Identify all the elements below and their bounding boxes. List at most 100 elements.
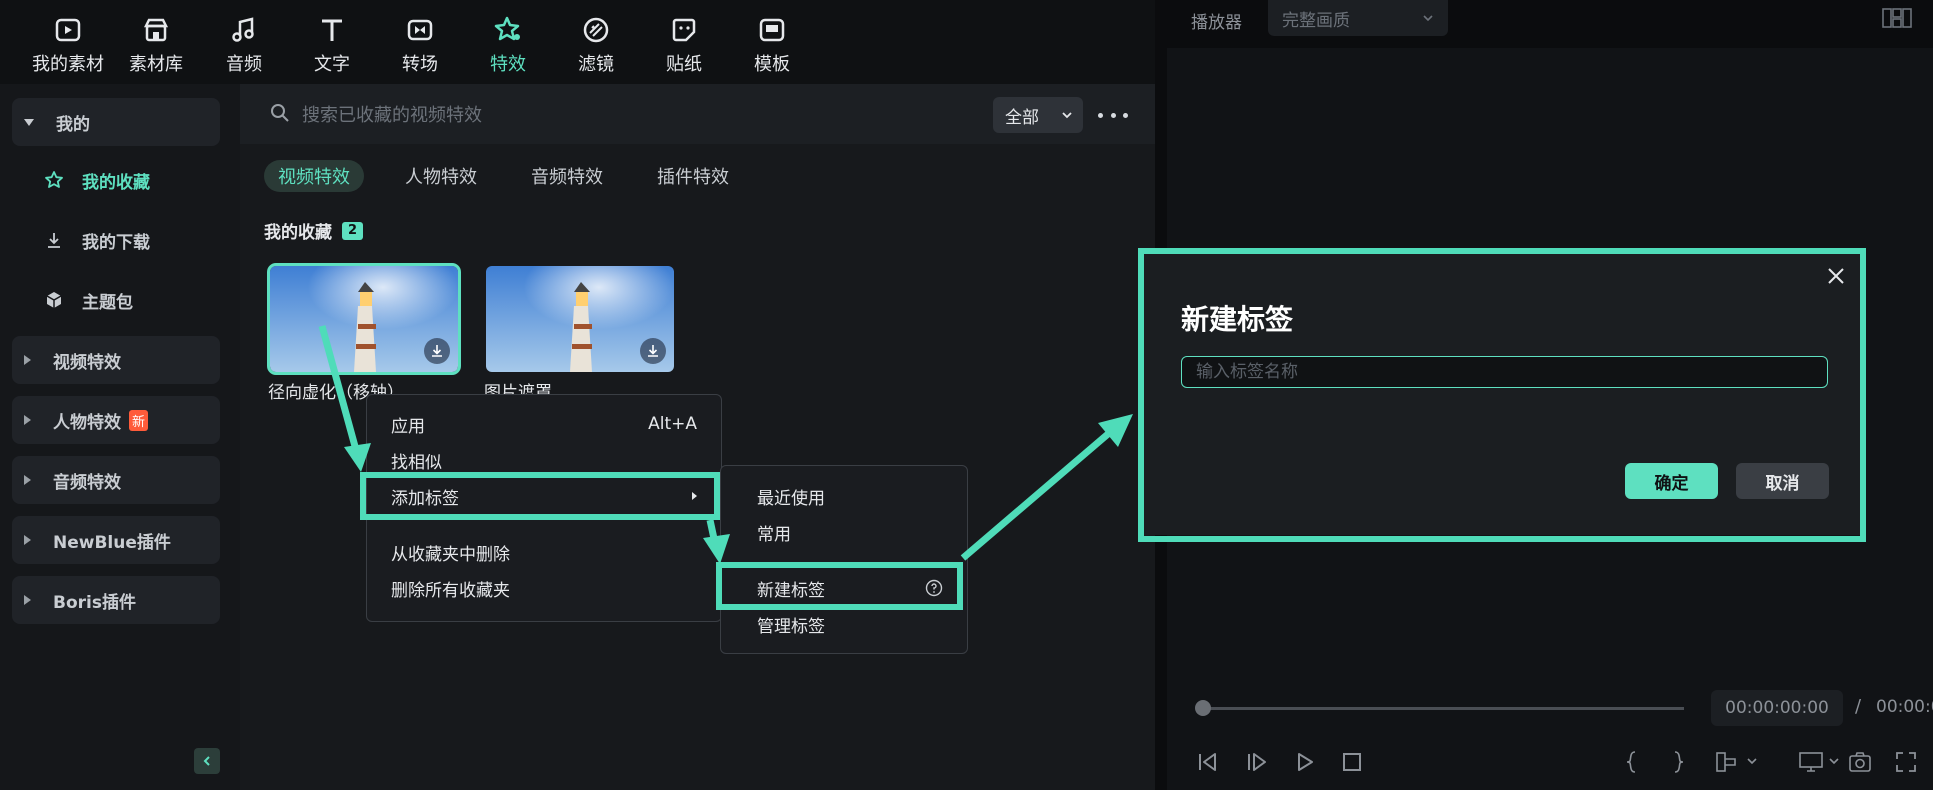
insert-icon[interactable] [1715,748,1759,776]
tab-text[interactable]: 文字 [290,14,374,78]
tab-filter[interactable]: 滤镜 [554,14,638,78]
layout-icon[interactable] [1882,8,1912,32]
filter-value: 全部 [1005,107,1039,128]
new-badge: 新 [129,409,149,431]
menu-item-apply[interactable]: 应用 Alt+A [391,409,697,439]
menu-item-find-similar[interactable]: 找相似 [391,445,697,475]
previous-frame-icon[interactable] [1194,748,1222,776]
tag-name-input[interactable] [1181,356,1828,388]
sidebar-item-downloads[interactable]: 我的下载 [44,222,150,258]
menu-item-label: 最近使用 [757,488,825,509]
collapse-sidebar-button[interactable] [194,748,220,774]
tab-template[interactable]: 模板 [730,14,814,78]
more-options-button[interactable] [1098,103,1128,127]
tab-audio[interactable]: 音频 [202,14,286,78]
total-timecode: 00:00:0 [1876,697,1933,717]
highlight-add-tag [360,472,720,520]
tab-label: 音频 [226,54,262,75]
close-icon[interactable] [1822,262,1850,290]
menu-item-label: 删除所有收藏夹 [391,580,510,601]
sidebar-group-audio-effects[interactable]: 音频特效 [12,456,220,504]
tab-video-effects[interactable]: 视频特效 [264,160,364,192]
camera-icon[interactable] [1846,748,1874,776]
sidebar-group-label: 音频特效 [53,472,121,493]
tab-effects[interactable]: 特效 [466,14,550,78]
mark-in-icon[interactable] [1617,748,1645,776]
section-title: 我的收藏 2 [264,218,364,243]
highlight-new-tag [716,562,963,610]
tab-label: 转场 [402,54,438,75]
tab-label: 文字 [314,54,350,75]
sidebar-item-favorites[interactable]: 我的收藏 [44,162,150,198]
tab-people-effects[interactable]: 人物特效 [391,160,491,192]
sidebar-group-mine[interactable]: 我的 [12,98,220,146]
filter-dropdown[interactable]: 全部 [993,97,1083,133]
submenu-item-common[interactable]: 常用 [757,517,943,547]
tab-label: 滤镜 [578,54,614,75]
progress-handle[interactable] [1195,700,1211,716]
tab-sticker[interactable]: 贴纸 [642,14,726,78]
effect-thumbnail[interactable] [486,266,674,372]
sidebar-group-boris[interactable]: Boris插件 [12,576,220,624]
sticker-icon [668,14,700,46]
next-frame-icon[interactable] [1243,748,1271,776]
tab-label: 素材库 [129,54,183,75]
tab-label: 贴纸 [666,54,702,75]
dot [1098,112,1103,118]
media-icon [52,14,84,46]
tab-plugin-effects[interactable]: 插件特效 [643,160,743,192]
sidebar-group-video-effects[interactable]: 视频特效 [12,336,220,384]
mark-out-icon[interactable] [1665,748,1693,776]
dialog-title: 新建标签 [1181,303,1294,336]
top-toolbar: 我的素材 素材库 音频 文字 转场 特效 滤镜 贴纸 模板 [0,0,1155,84]
chevron-down-icon [24,118,34,126]
tab-label: 我的素材 [32,54,104,75]
cancel-button[interactable]: 取消 [1736,463,1829,499]
star-icon [44,170,64,190]
menu-item-label: 管理标签 [757,616,825,637]
menu-item-delete-all[interactable]: 删除所有收藏夹 [391,573,697,603]
timecode-separator: / [1855,696,1862,717]
sidebar-group-people-effects[interactable]: 人物特效 新 [12,396,220,444]
play-icon[interactable] [1291,748,1319,776]
confirm-button[interactable]: 确定 [1625,463,1718,499]
menu-item-label: 常用 [757,524,791,545]
chevron-right-icon [24,415,31,425]
progress-track[interactable] [1200,707,1684,710]
tag-submenu: 最近使用 常用 新建标签 管理标签 [720,465,968,654]
quality-dropdown[interactable]: 完整画质 [1268,0,1448,36]
submenu-item-manage-tags[interactable]: 管理标签 [757,609,943,639]
sidebar-group-label: 视频特效 [53,352,121,373]
tab-transition[interactable]: 转场 [378,14,462,78]
monitor-icon[interactable] [1798,748,1842,776]
template-icon [756,14,788,46]
chevron-right-icon [24,595,31,605]
tab-library[interactable]: 素材库 [114,14,198,78]
menu-item-shortcut: Alt+A [648,414,697,434]
cube-icon [44,290,64,310]
search-input[interactable] [300,98,864,132]
sidebar-group-label: Boris插件 [53,592,136,613]
tab-audio-effects[interactable]: 音频特效 [517,160,617,192]
sidebar-group-label: 我的 [56,114,90,135]
effect-thumbnail[interactable] [267,263,461,375]
menu-item-remove-favorite[interactable]: 从收藏夹中删除 [391,537,697,567]
tab-label: 特效 [490,54,526,75]
chevron-left-icon [203,756,210,766]
effects-icon [492,14,524,46]
fullscreen-icon[interactable] [1892,748,1920,776]
download-icon[interactable] [640,338,666,364]
stop-icon[interactable] [1338,748,1366,776]
transition-icon [404,14,436,46]
sidebar-group-newblue[interactable]: NewBlue插件 [12,516,220,564]
download-icon [44,230,64,250]
current-timecode: 00:00:00:00 [1711,690,1843,726]
chevron-right-icon [24,475,31,485]
count-badge: 2 [342,221,364,240]
sidebar-item-label: 我的收藏 [82,172,150,193]
submenu-item-recent[interactable]: 最近使用 [757,481,943,511]
download-icon[interactable] [424,338,450,364]
chevron-down-icon [1423,15,1433,22]
tab-my-media[interactable]: 我的素材 [26,14,110,78]
sidebar-item-theme-packs[interactable]: 主题包 [44,282,133,318]
